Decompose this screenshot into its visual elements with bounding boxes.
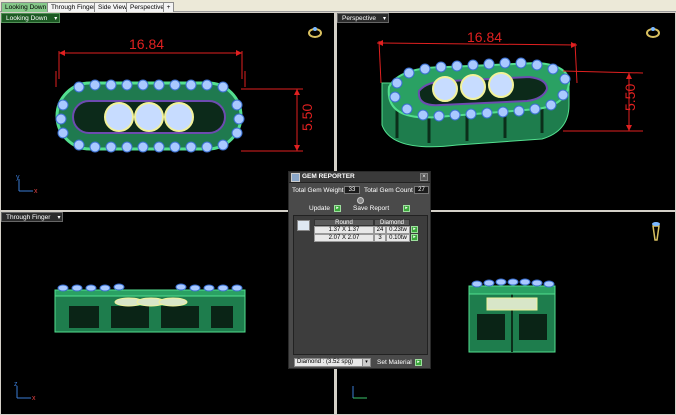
- set-material-button[interactable]: Set Material: [377, 358, 412, 367]
- height-dimension-label: 5.50: [299, 104, 315, 131]
- total-gem-count-label: Total Gem Count: [364, 187, 413, 194]
- axis-indicator: z x: [14, 381, 36, 402]
- axis-indicator: y x: [16, 174, 38, 195]
- finger-view-icon[interactable]: [652, 222, 660, 241]
- svg-text:z: z: [14, 381, 18, 388]
- gem-reporter-title: GEM REPORTER: [302, 173, 355, 180]
- gem-reporter-icon: [291, 173, 300, 182]
- save-report-go-icon[interactable]: ▸: [403, 205, 410, 212]
- diamond-thumbnail-icon: [297, 220, 310, 231]
- total-gem-weight-value: 33: [344, 186, 360, 194]
- set-material-go-icon[interactable]: ▸: [415, 359, 422, 366]
- svg-text:x: x: [32, 395, 36, 402]
- gem-table: Round Diamond 1.37 X 1.37 24 0.23tw ▸ 2.…: [293, 215, 428, 355]
- table-row-1-size: 1.37 X 1.37: [314, 226, 374, 234]
- table-row-2-count: 3: [374, 234, 386, 242]
- add-tab-button[interactable]: +: [163, 2, 174, 12]
- table-header-material: Diamond: [374, 219, 410, 226]
- ring-icon[interactable]: [308, 27, 322, 38]
- view-tab-bar: Looking Down Through Finger Side View Pe…: [0, 0, 676, 12]
- total-gem-weight-label: Total Gem Weight: [292, 187, 344, 194]
- tab-looking-down[interactable]: Looking Down: [1, 2, 51, 12]
- table-row-2-size: 2.07 X 2.07: [314, 234, 374, 242]
- top-view-model: 16.84 5.50 y x: [16, 27, 322, 195]
- save-report-button[interactable]: Save Report: [353, 204, 389, 213]
- gem-reporter-panel[interactable]: GEM REPORTER × Total Gem Weight 33 Total…: [288, 171, 431, 369]
- viewport-through-finger[interactable]: Through Finger ▾ z x: [1, 212, 334, 414]
- table-row-1-weight: 0.23tw: [386, 226, 410, 234]
- viewport-looking-down[interactable]: Looking Down ▾ 16.84 5.50 y x: [1, 13, 334, 210]
- table-row-2-weight: 0.10tw: [386, 234, 410, 242]
- table-header-shape: Round: [314, 219, 374, 226]
- total-gem-count-value: 27: [414, 186, 429, 194]
- ring-icon[interactable]: [646, 27, 660, 38]
- row-2-select-icon[interactable]: ▸: [411, 234, 418, 241]
- update-button[interactable]: Update: [309, 204, 330, 213]
- width-dimension-label: 16.84: [129, 36, 164, 52]
- chevron-down-icon: ▾: [362, 359, 370, 366]
- perspective-height-dimension-label: 5.50: [622, 84, 638, 111]
- row-1-select-icon[interactable]: ▸: [411, 226, 418, 233]
- tab-through-finger[interactable]: Through Finger: [47, 2, 100, 12]
- axis-indicator: [352, 386, 367, 399]
- gem-reporter-titlebar[interactable]: GEM REPORTER ×: [289, 172, 430, 183]
- svg-text:x: x: [34, 188, 38, 195]
- tab-perspective[interactable]: Perspective: [126, 2, 168, 12]
- close-icon[interactable]: ×: [420, 173, 428, 181]
- update-go-icon[interactable]: ▸: [334, 205, 341, 212]
- collapse-handle-icon[interactable]: [357, 197, 364, 204]
- table-row-1-count: 24: [374, 226, 386, 234]
- material-select[interactable]: Diamond : (3.52 spg) ▾: [294, 358, 371, 367]
- front-view-model: z x: [14, 283, 246, 402]
- svg-text:y: y: [16, 174, 20, 181]
- perspective-width-dimension-label: 16.84: [467, 29, 502, 45]
